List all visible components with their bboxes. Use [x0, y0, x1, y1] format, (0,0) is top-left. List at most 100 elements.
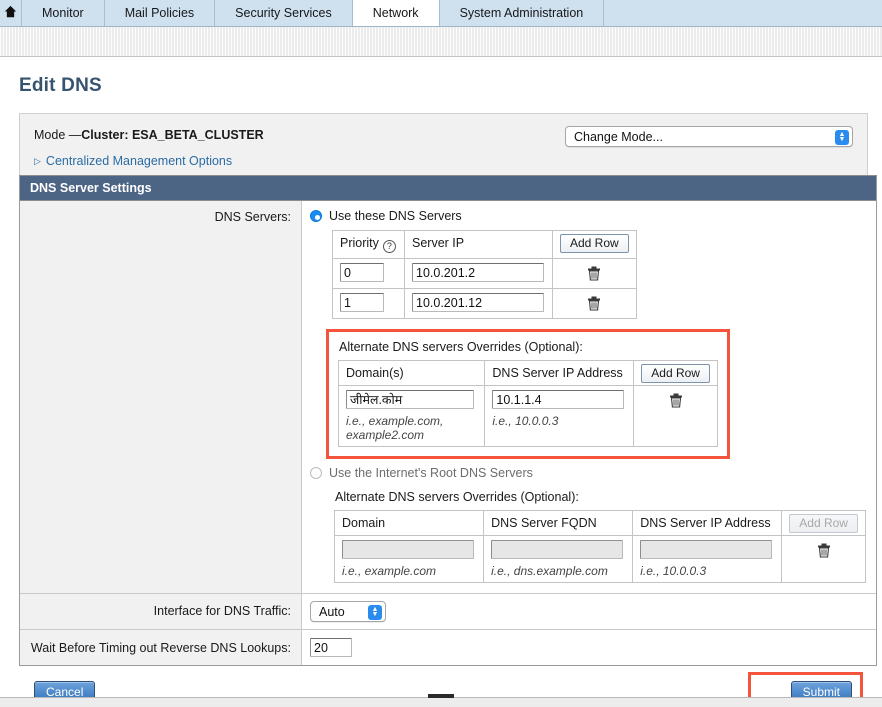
stepper-up-down-icon: ▲ ▼ [835, 129, 849, 145]
server-ip-input[interactable] [412, 293, 544, 312]
col-dns-server-fqdn: DNS Server FQDN [483, 510, 634, 536]
change-mode-value: Change Mode... [574, 129, 663, 144]
home-tab[interactable] [0, 0, 22, 26]
alt-overrides-root-table: Domain DNS Server FQDN DNS Server IP Add… [333, 510, 866, 583]
centralized-management-options[interactable]: ▷ Centralized Management Options [34, 154, 853, 168]
change-mode-container: Change Mode... ▲ ▼ [565, 126, 853, 147]
timeout-label: Wait Before Timing out Reverse DNS Looku… [20, 629, 302, 665]
trash-icon[interactable] [817, 543, 831, 561]
settings-grid: DNS Servers: Use these DNS Servers Prior… [20, 201, 876, 665]
trash-icon[interactable] [587, 296, 601, 314]
col-add-row: Add Row [633, 360, 718, 386]
radio-use-these-dns-servers[interactable]: Use these DNS Servers [310, 209, 866, 223]
interface-row: Interface for DNS Traffic: Auto ▲ ▼ [20, 593, 876, 630]
interface-select-value: Auto [319, 604, 345, 619]
triangle-right-icon: ▷ [34, 155, 41, 166]
dns-ip-input [640, 540, 773, 559]
trash-icon[interactable] [587, 266, 601, 284]
cell-fqdn: i.e., dns.example.com [483, 535, 634, 583]
dns-ip-input[interactable] [492, 390, 625, 409]
col-server-ip: Server IP [404, 230, 553, 259]
page-title: Edit DNS [19, 75, 102, 96]
alt-overrides-root-title: Alternate DNS servers Overrides (Optiona… [335, 490, 579, 504]
dns-ip-hint: i.e., 10.0.0.3 [492, 414, 559, 428]
tab-mail-policies-label: Mail Policies [124, 6, 195, 20]
alt-overrides-primary-title: Alternate DNS servers Overrides (Optiona… [339, 340, 583, 354]
table-header-row: Domain(s) DNS Server IP Address Add Row [337, 360, 718, 386]
col-domains: Domain(s) [337, 360, 486, 386]
server-ip-input[interactable] [412, 263, 544, 282]
domain-input[interactable] [346, 390, 474, 409]
priority-input[interactable] [340, 293, 384, 312]
add-row-button[interactable]: Add Row [560, 234, 629, 253]
tab-security-services-label: Security Services [235, 6, 332, 20]
trash-icon[interactable] [669, 393, 683, 411]
main-navigation-tabbar: Monitor Mail Policies Security Services … [0, 0, 882, 27]
alt-overrides-primary-block: Alternate DNS servers Overrides (Optiona… [326, 329, 730, 459]
page-content: Edit DNS Mode —Cluster: ESA_BETA_CLUSTER… [0, 75, 882, 707]
tab-mail-policies[interactable]: Mail Policies [104, 0, 216, 26]
cell-delete [552, 258, 637, 289]
tab-system-administration[interactable]: System Administration [439, 0, 605, 26]
interface-label: Interface for DNS Traffic: [20, 593, 302, 630]
table-row [332, 288, 637, 319]
interface-select[interactable]: Auto ▲ ▼ [310, 601, 386, 622]
fqdn-input [491, 540, 624, 559]
window-bottom-edge [0, 697, 882, 707]
timeout-value-cell [301, 629, 876, 665]
dns-servers-table-wrap: Priority? Server IP Add Row [332, 230, 866, 319]
tab-monitor[interactable]: Monitor [22, 0, 105, 26]
centralized-management-options-label: Centralized Management Options [45, 154, 233, 168]
cell-priority [332, 288, 405, 319]
cell-dns-ip: i.e., 10.0.0.3 [632, 535, 783, 583]
dns-servers-value-cell: Use these DNS Servers Priority? Server I… [301, 201, 876, 594]
dns-ip-hint: i.e., 10.0.0.3 [640, 564, 707, 578]
secondary-navigation-bar [0, 27, 882, 57]
cell-priority [332, 258, 405, 289]
alt-overrides-root-block: Alternate DNS servers Overrides (Optiona… [332, 480, 866, 583]
fqdn-hint: i.e., dns.example.com [491, 564, 608, 578]
col-add-row: Add Row [781, 510, 866, 536]
home-icon [4, 5, 17, 21]
table-header-row: Priority? Server IP Add Row [332, 230, 637, 259]
col-priority: Priority? [332, 230, 405, 259]
domain-hint: i.e., example.com, example2.com [346, 414, 444, 442]
cell-delete [781, 535, 866, 583]
help-question-icon[interactable]: ? [382, 240, 396, 253]
domain-input [342, 540, 474, 559]
col-priority-label: Priority [340, 236, 379, 250]
cell-server-ip [404, 258, 553, 289]
radio-off-icon [310, 467, 322, 479]
tab-security-services[interactable]: Security Services [215, 0, 353, 26]
col-dns-server-ip: DNS Server IP Address [484, 360, 635, 386]
cell-delete [633, 385, 718, 447]
dns-servers-table: Priority? Server IP Add Row [332, 230, 637, 319]
change-mode-select[interactable]: Change Mode... ▲ ▼ [565, 126, 853, 147]
add-row-button: Add Row [789, 514, 858, 533]
tab-network-label: Network [372, 6, 419, 20]
priority-input[interactable] [340, 263, 384, 282]
add-row-button[interactable]: Add Row [641, 364, 710, 383]
tab-monitor-label: Monitor [42, 6, 84, 20]
dns-servers-label: DNS Servers: [20, 201, 302, 594]
mode-panel: Mode —Cluster: ESA_BETA_CLUSTER ▷ Centra… [19, 113, 868, 175]
radio-use-internet-root-dns-servers-label: Use the Internet's Root DNS Servers [329, 466, 533, 480]
radio-use-these-dns-servers-label: Use these DNS Servers [329, 209, 462, 223]
timeout-input[interactable] [310, 638, 352, 657]
dns-server-settings-panel: DNS Server Settings DNS Servers: Use the… [19, 175, 877, 666]
table-row: i.e., example.com i.e., dns.example.com [333, 535, 866, 583]
col-dns-server-ip: DNS Server IP Address [632, 510, 783, 536]
table-row: i.e., example.com, example2.com i.e., 10… [337, 385, 718, 447]
col-domain: Domain [333, 510, 485, 536]
domain-hint: i.e., example.com [342, 564, 437, 578]
tab-system-administration-label: System Administration [459, 6, 584, 20]
table-header-row: Domain DNS Server FQDN DNS Server IP Add… [333, 510, 866, 536]
mode-prefix: Mode — [34, 128, 82, 142]
interface-value-cell: Auto ▲ ▼ [301, 593, 876, 630]
radio-use-internet-root-dns-servers[interactable]: Use the Internet's Root DNS Servers [310, 466, 866, 480]
cell-domain: i.e., example.com, example2.com [337, 385, 486, 447]
alt-overrides-primary-table: Domain(s) DNS Server IP Address Add Row [337, 360, 718, 447]
cell-delete [552, 288, 637, 319]
mode-cluster-label: Cluster: ESA_BETA_CLUSTER [81, 128, 264, 142]
tab-network[interactable]: Network [352, 0, 440, 26]
